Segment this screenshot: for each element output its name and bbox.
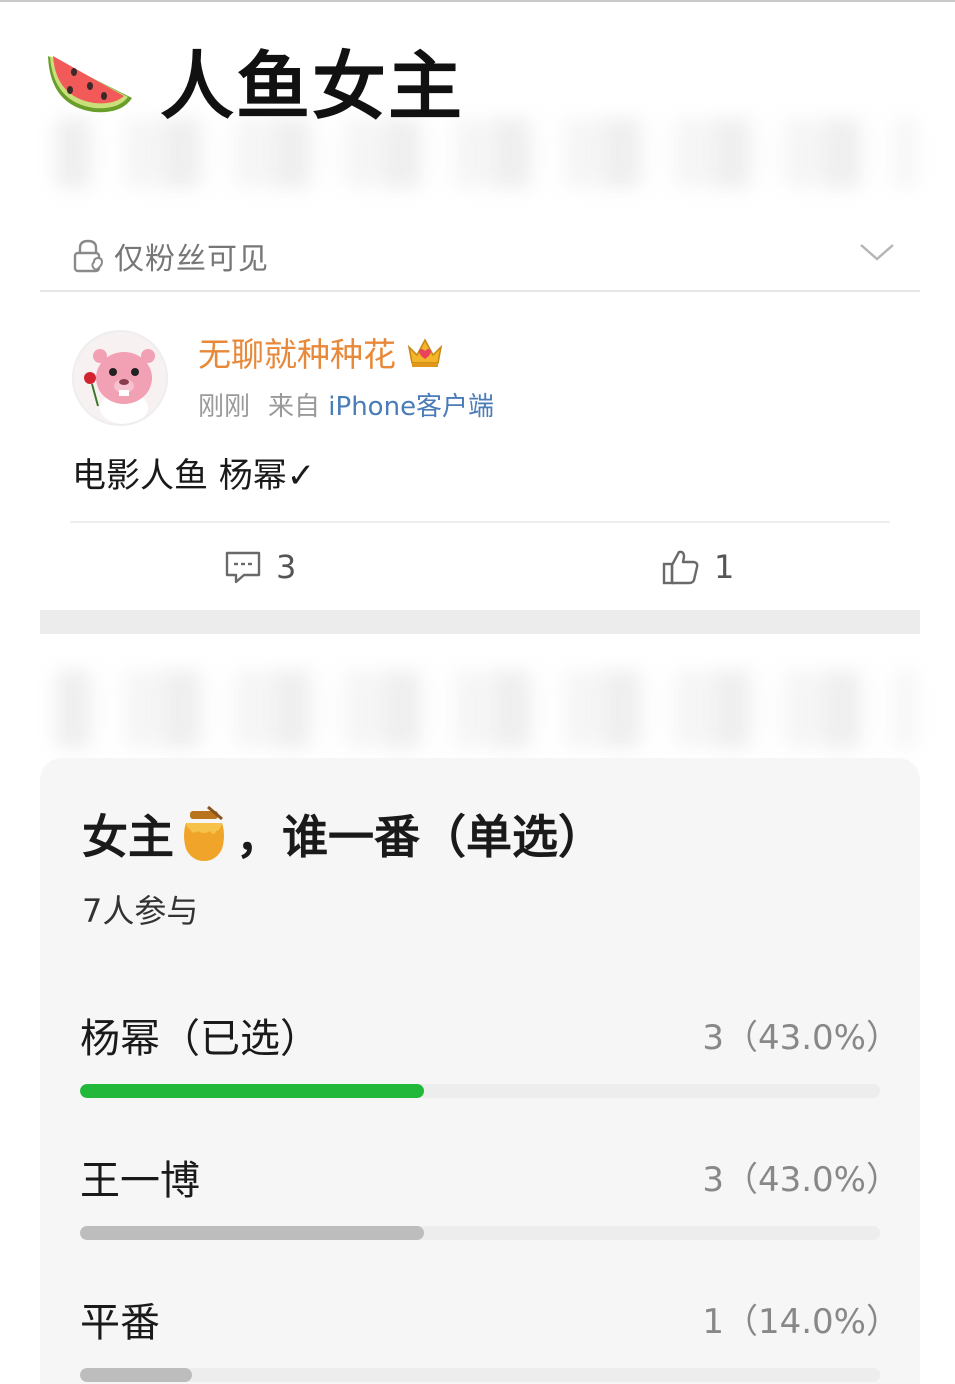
poll-title-prefix: 女主 (82, 810, 174, 864)
participants-count: 7人参与 (82, 892, 199, 930)
section-separator (40, 610, 920, 634)
poll-option-stats: 1（14.0%） (702, 1302, 900, 1342)
poll-title-suffix: ，谁一番（单选） (236, 810, 604, 864)
source-prefix: 来自 (268, 392, 321, 422)
poll-bar-fill (80, 1084, 424, 1098)
watermelon-icon (48, 56, 132, 113)
poll-bar-track (80, 1226, 880, 1240)
poll-option-label: 平番 (80, 1300, 160, 1346)
poll-card: 女主 ，谁一番（单选） 7人参与 杨幂（已选） 3（43.0%） 王一博 3（4… (40, 758, 920, 1384)
visibility-label: 仅粉丝可见 (114, 242, 269, 277)
like-button[interactable]: 1 (660, 542, 734, 592)
honey-pot-icon (184, 805, 224, 861)
thumbs-up-icon (662, 550, 699, 585)
source-device-link[interactable]: iPhone客户端 (328, 392, 494, 422)
avatar[interactable] (72, 330, 168, 426)
poll-bar-fill (80, 1226, 424, 1240)
comment-button[interactable]: 3 (222, 542, 296, 592)
comment-count: 3 (276, 548, 297, 586)
poll-option[interactable]: 杨幂（已选） 3（43.0%） (80, 1006, 900, 1106)
lock-heart-icon (73, 239, 104, 273)
crown-icon (407, 338, 443, 367)
post-time: 刚刚 (198, 392, 251, 422)
top-divider (0, 0, 955, 2)
poll-option[interactable]: 平番 1（14.0%） (80, 1290, 900, 1384)
post-content: 电影人鱼 杨幂✓ (72, 456, 316, 496)
page-header: 人鱼女主 (44, 38, 464, 130)
poll-bar-fill (80, 1368, 192, 1382)
poll-title: 女主 ，谁一番（单选） (82, 804, 604, 864)
poll-bar-track (80, 1368, 880, 1382)
poll-option[interactable]: 王一博 3（43.0%） (80, 1148, 900, 1248)
poll-option-label: 杨幂（已选） (80, 1016, 320, 1062)
like-count: 1 (714, 548, 735, 586)
poll-option-stats: 3（43.0%） (702, 1160, 900, 1200)
post-meta: 刚刚 来自 iPhone客户端 (198, 386, 494, 423)
username-text: 无聊就种种花 (198, 335, 396, 374)
poll-bar-track (80, 1084, 880, 1098)
post-divider (70, 521, 890, 523)
page: 人鱼女主 仅粉丝可见 无聊就种种花 刚刚 来自 iPhone客户端 电影人鱼 杨… (0, 0, 955, 1384)
poll-option-stats: 3（43.0%） (702, 1018, 900, 1058)
poll-option-label: 王一博 (80, 1158, 200, 1204)
blurred-background (56, 670, 916, 748)
username-link[interactable]: 无聊就种种花 (198, 330, 444, 374)
comment-icon (225, 551, 261, 584)
beaver-avatar-icon (74, 332, 166, 424)
page-title: 人鱼女主 (160, 43, 464, 130)
chevron-down-icon[interactable] (858, 236, 896, 266)
visibility-selector[interactable]: 仅粉丝可见 (40, 222, 920, 292)
